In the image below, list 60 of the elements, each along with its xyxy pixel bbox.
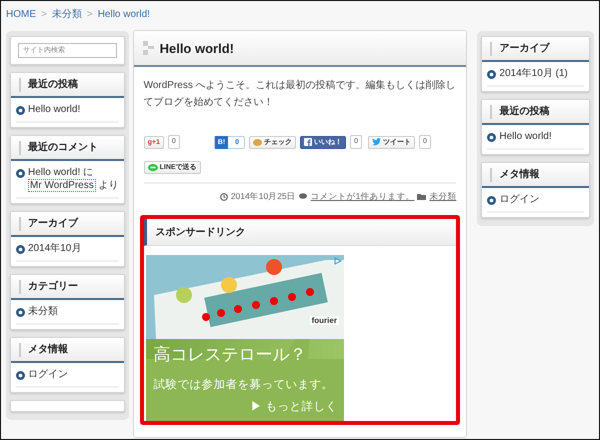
speech-bubble-icon — [148, 164, 158, 172]
level-marker — [220, 277, 237, 293]
breadcrumb-separator: > — [41, 8, 47, 20]
bullet-icon — [487, 132, 496, 142]
bullet-icon — [487, 196, 496, 204]
post-title: Hello world! — [160, 40, 234, 56]
level-marker — [176, 287, 192, 303]
breadcrumb-link[interactable]: 未分類 — [52, 7, 82, 21]
chat-icon — [298, 193, 308, 200]
bird-icon — [372, 138, 381, 146]
comment-author: Mr WordPress — [28, 179, 96, 192]
chart-dot — [234, 305, 242, 313]
widget-link[interactable]: ログイン — [28, 368, 68, 381]
oval-icon — [253, 138, 262, 146]
chart-dot — [270, 297, 278, 305]
bullet-icon — [487, 70, 496, 78]
widget-title: メタ情報 — [490, 168, 540, 182]
widget-title: アーカイブ — [19, 216, 78, 230]
widget-title: 最近のコメント — [19, 140, 98, 154]
ad-brand: fourier — [310, 316, 339, 325]
bullet-icon — [16, 308, 25, 316]
category-link[interactable]: 未分類 — [429, 188, 456, 205]
chart-dot — [252, 301, 260, 309]
breadcrumb-link[interactable]: HOME — [6, 8, 36, 20]
level-marker — [266, 259, 282, 275]
bullet-icon — [16, 106, 25, 114]
widget-title: メタ情報 — [19, 342, 68, 356]
ad-headline: 高コレステロール？ — [154, 344, 307, 366]
ad-banner[interactable]: fourier 高コレステロール？ 試験では参加者を募っています。 ▶ もっと詳しく — [146, 255, 344, 421]
post-date: 2014年10月25日 — [230, 190, 296, 203]
clock-icon — [220, 192, 228, 200]
folder-icon — [417, 193, 426, 200]
chart-dot — [306, 288, 314, 296]
widget-link[interactable]: 2014年10月 — [28, 242, 82, 255]
widget-link[interactable]: ログイン — [499, 193, 540, 206]
widget-title: アーカイブ — [490, 42, 550, 56]
widget-link[interactable]: Hello world! — [499, 130, 552, 143]
widget-title: 最近の投稿 — [490, 104, 550, 118]
breadcrumb-separator: > — [86, 8, 93, 20]
widget-title: カテゴリー — [19, 280, 78, 294]
chart-dot — [202, 313, 210, 321]
post-body-text: WordPress へようこそ。これは最初の投稿です。編集もしくは削除してブログを始めてください！ — [144, 78, 456, 110]
ad-subline: 試験では参加者を募っています。 — [154, 378, 334, 392]
ad-info-icon — [334, 257, 342, 265]
bullet-icon — [16, 168, 25, 178]
bullet-icon — [16, 244, 25, 254]
widget-title: 最近の投稿 — [19, 78, 78, 92]
widget-link[interactable]: 2014年10月 (1) — [499, 67, 568, 80]
chart-dot — [216, 309, 225, 317]
chart-dot — [288, 293, 296, 301]
facebook-icon — [304, 138, 312, 146]
sponsor-title: スポンサードリンク — [144, 219, 456, 246]
widget-link[interactable]: Hello world! — [28, 103, 80, 116]
widget-link[interactable]: 未分類 — [28, 305, 58, 318]
comment-post-link[interactable]: Hello world! — [28, 167, 80, 178]
comment-text: Hello world! に Mr WordPress より — [28, 166, 119, 192]
squares-icon — [142, 41, 155, 55]
breadcrumb-link[interactable]: Hello world! — [98, 8, 150, 20]
bullet-icon — [16, 370, 25, 380]
comments-link[interactable]: コメントが1件あります。 — [310, 188, 414, 205]
